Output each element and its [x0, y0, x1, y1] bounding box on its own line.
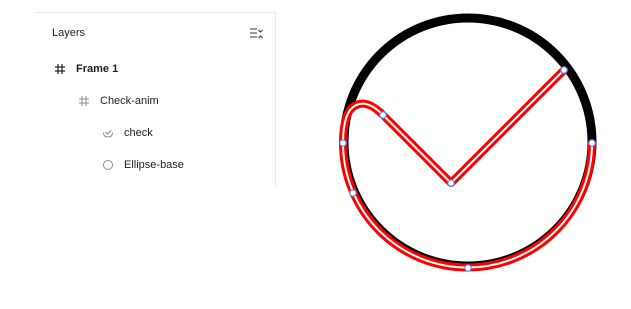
- anchor-point: [379, 111, 387, 119]
- collapse-list-icon[interactable]: [248, 26, 264, 42]
- layer-label: Check-anim: [100, 95, 159, 107]
- frame-icon: [78, 95, 90, 107]
- layer-row-frame-1[interactable]: Frame 1: [36, 55, 292, 83]
- anchor-point: [464, 264, 472, 272]
- check-path-outline: [339, 66, 596, 272]
- layers-panel: Layers Frame 1 Check-anim check Ellipse-…: [36, 12, 276, 187]
- checkmark-graphic: [339, 13, 597, 272]
- anchor-point: [349, 189, 357, 197]
- layer-label: Ellipse-base: [124, 159, 184, 171]
- vector-check-icon: [102, 127, 114, 139]
- layer-row-check-anim[interactable]: Check-anim: [36, 87, 316, 115]
- panel-title: Layers: [52, 27, 86, 39]
- layer-label: check: [124, 127, 153, 139]
- anchor-point: [588, 139, 596, 147]
- anchor-point: [447, 179, 455, 187]
- design-canvas[interactable]: [330, 0, 620, 290]
- frame-icon: [54, 63, 66, 75]
- layer-row-check[interactable]: check: [36, 119, 340, 147]
- ellipse-icon: [102, 159, 114, 171]
- anchor-point: [560, 66, 568, 74]
- anchor-point: [339, 139, 347, 147]
- app-root: Layers Frame 1 Check-anim check Ellipse-…: [0, 0, 631, 309]
- layer-label: Frame 1: [76, 63, 119, 75]
- layer-row-ellipse-base[interactable]: Ellipse-base: [36, 151, 340, 179]
